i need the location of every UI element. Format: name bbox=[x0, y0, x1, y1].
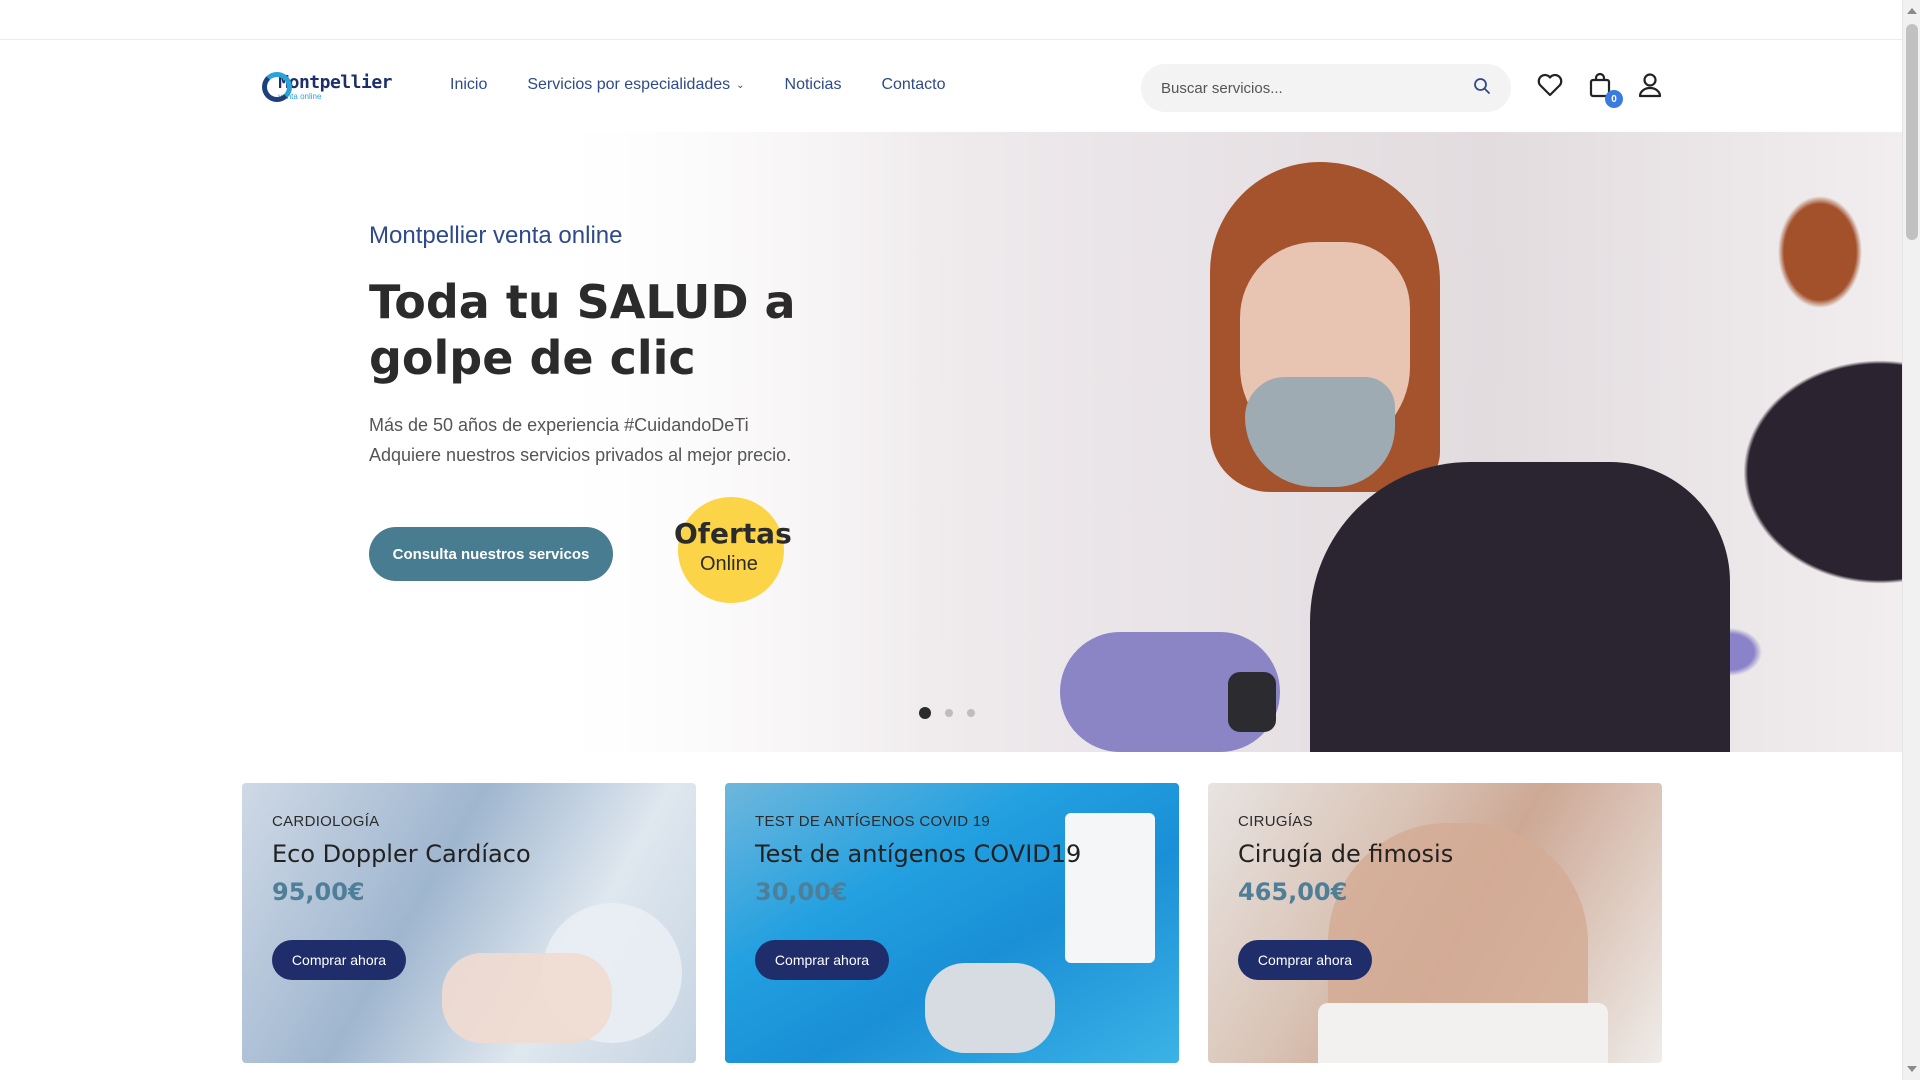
gloved-hand-illustration bbox=[925, 963, 1055, 1053]
card-title: Cirugía de fimosis bbox=[1238, 840, 1454, 868]
promo-card-cardiologia[interactable]: CARDIOLOGÍA Eco Doppler Cardíaco 95,00€ … bbox=[242, 783, 696, 1063]
slider-dot-1[interactable] bbox=[919, 707, 931, 719]
nav-item-contacto[interactable]: Contacto bbox=[881, 76, 945, 94]
brand-logo[interactable]: Montpellier venta online bbox=[262, 70, 392, 104]
ofertas-badge-title: Ofertas bbox=[674, 517, 792, 550]
scroll-up-arrow-icon[interactable] bbox=[1907, 8, 1917, 14]
card-price: 95,00€ bbox=[272, 878, 365, 906]
nav-label: Contacto bbox=[881, 76, 946, 93]
nav-label: Servicios por especialidades bbox=[527, 76, 731, 93]
hero-title: Toda tu SALUD a golpe de clic bbox=[369, 275, 796, 385]
hero-cta-button[interactable]: Consulta nuestros servicos bbox=[369, 527, 613, 581]
card-category: TEST DE ANTÍGENOS COVID 19 bbox=[755, 813, 991, 830]
nav-label: Inicio bbox=[450, 76, 488, 93]
card-title: Test de antígenos COVID19 bbox=[755, 840, 1082, 868]
search-input[interactable] bbox=[1161, 79, 1473, 97]
nav-label: Noticias bbox=[784, 76, 842, 93]
site-header: Montpellier venta online Inicio Servicio… bbox=[0, 40, 1902, 132]
buy-now-button[interactable]: Comprar ahora bbox=[755, 940, 889, 980]
nav-item-noticias[interactable]: Noticias bbox=[785, 76, 842, 94]
chevron-down-icon: ⌄ bbox=[736, 79, 745, 91]
page-scrollbar[interactable] bbox=[1902, 0, 1920, 1080]
ofertas-badge-sub: Online bbox=[700, 553, 758, 575]
nav-item-inicio[interactable]: Inicio bbox=[450, 76, 487, 94]
logo-name: Montpellier bbox=[278, 71, 392, 93]
promo-card-cirugias[interactable]: CIRUGÍAS Cirugía de fimosis 465,00€ Comp… bbox=[1208, 783, 1662, 1063]
heart-icon[interactable] bbox=[1535, 70, 1565, 100]
card-price: 465,00€ bbox=[1238, 878, 1348, 906]
buy-now-button[interactable]: Comprar ahora bbox=[272, 940, 406, 980]
search-box bbox=[1141, 64, 1511, 112]
logo-tagline: venta online bbox=[278, 91, 322, 101]
hero-person-body bbox=[1310, 462, 1730, 752]
ofertas-badge[interactable]: Ofertas Online bbox=[674, 497, 792, 603]
hero-description: Más de 50 años de experiencia #CuidandoD… bbox=[369, 410, 849, 470]
hand-illustration bbox=[442, 953, 612, 1043]
top-strip bbox=[0, 0, 1902, 40]
buy-now-button[interactable]: Comprar ahora bbox=[1238, 940, 1372, 980]
hero-desc-line: Adquiere nuestros servicios privados al … bbox=[369, 445, 792, 465]
card-price: 30,00€ bbox=[755, 878, 848, 906]
hero-desc-line: Más de 50 años de experiencia #CuidandoD… bbox=[369, 415, 749, 435]
user-icon[interactable] bbox=[1635, 70, 1665, 100]
cart-count-badge: 0 bbox=[1605, 90, 1623, 108]
promo-card-covid[interactable]: TEST DE ANTÍGENOS COVID 19 Test de antíg… bbox=[725, 783, 1179, 1063]
bag-icon[interactable]: 0 bbox=[1585, 70, 1623, 108]
card-category: CARDIOLOGÍA bbox=[272, 813, 380, 830]
nav-item-servicios[interactable]: Servicios por especialidades ⌄ bbox=[527, 76, 744, 94]
hero-person-watch bbox=[1228, 672, 1276, 732]
card-title: Eco Doppler Cardíaco bbox=[272, 840, 531, 868]
hero-kicker: Montpellier venta online bbox=[369, 222, 623, 249]
hero-slider: Montpellier venta online Toda tu SALUD a… bbox=[0, 132, 1902, 752]
slider-dot-2[interactable] bbox=[945, 709, 953, 717]
scroll-thumb[interactable] bbox=[1906, 24, 1918, 240]
main-nav: Inicio Servicios por especialidades ⌄ No… bbox=[450, 76, 945, 94]
scroll-down-arrow-icon[interactable] bbox=[1907, 1066, 1917, 1072]
search-icon[interactable] bbox=[1473, 77, 1491, 99]
slider-dot-3[interactable] bbox=[967, 709, 975, 717]
logo-mark-icon bbox=[262, 72, 292, 102]
slider-dots bbox=[919, 707, 975, 719]
card-category: CIRUGÍAS bbox=[1238, 813, 1313, 830]
underwear-illustration bbox=[1318, 1003, 1608, 1063]
